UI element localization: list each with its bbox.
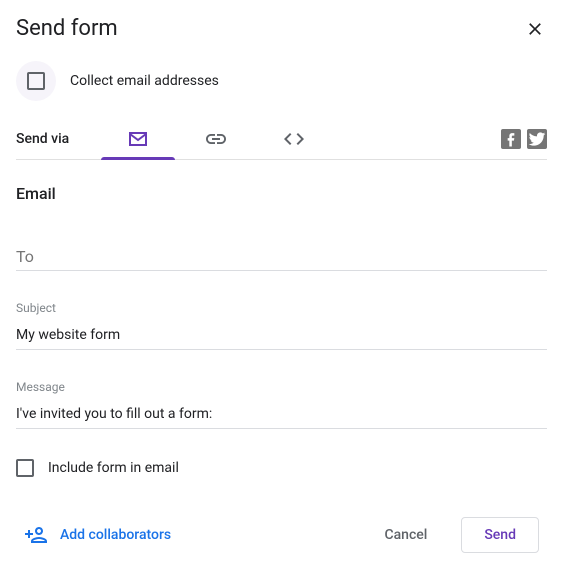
include-form-label: Include form in email <box>48 460 179 476</box>
add-collaborators-button[interactable]: Add collaborators <box>24 523 171 547</box>
add-collaborators-label: Add collaborators <box>60 527 171 543</box>
embed-icon <box>282 127 306 151</box>
send-via-row: Send via <box>16 119 547 160</box>
to-field <box>16 243 547 271</box>
person-add-icon <box>24 523 48 547</box>
close-button[interactable] <box>523 17 547 41</box>
tab-email[interactable] <box>99 119 177 159</box>
dialog-footer: Add collaborators Cancel Send <box>16 517 547 561</box>
tab-embed[interactable] <box>255 119 333 159</box>
email-icon <box>126 127 150 151</box>
send-button[interactable]: Send <box>461 517 539 553</box>
link-icon <box>204 127 228 151</box>
collect-emails-checkbox[interactable] <box>27 72 45 90</box>
send-via-label: Send via <box>16 131 69 147</box>
subject-input[interactable] <box>16 321 547 350</box>
message-input[interactable] <box>16 400 547 429</box>
subject-field: Subject <box>16 301 547 350</box>
social-icons <box>501 129 547 149</box>
email-section-title: Email <box>16 184 547 203</box>
dialog-title: Send form <box>16 16 118 41</box>
footer-buttons: Cancel Send <box>362 517 539 553</box>
dialog-header: Send form <box>16 16 547 41</box>
twitter-share-button[interactable] <box>527 129 547 149</box>
collect-emails-label: Collect email addresses <box>70 73 219 89</box>
send-form-dialog: Send form Collect email addresses Send v… <box>0 0 563 577</box>
email-section: Email Subject Message Include form in em… <box>16 160 547 477</box>
cancel-button[interactable]: Cancel <box>362 518 449 552</box>
facebook-share-button[interactable] <box>501 129 521 149</box>
twitter-icon <box>527 129 547 149</box>
message-field: Message <box>16 380 547 429</box>
facebook-icon <box>501 129 521 149</box>
include-form-row: Include form in email <box>16 459 547 477</box>
subject-label: Subject <box>16 301 547 315</box>
to-input[interactable] <box>16 243 547 271</box>
collect-emails-row: Collect email addresses <box>16 61 547 101</box>
message-label: Message <box>16 380 547 394</box>
tab-link[interactable] <box>177 119 255 159</box>
close-icon <box>525 19 545 39</box>
collect-emails-checkbox-wrap <box>16 61 56 101</box>
include-form-checkbox[interactable] <box>16 459 34 477</box>
